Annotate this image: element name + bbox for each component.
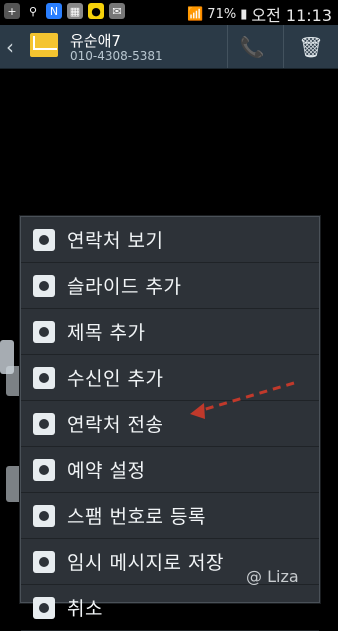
- status-bar: + ⚲ N ▦ ● ✉ 📶 71% ▮ 오전 11:13: [0, 0, 338, 25]
- conversation-header: ‹ 유순애7 010-4308-5381 📞 🗑: [0, 25, 338, 69]
- gallery-icon: ▦: [67, 3, 83, 19]
- menu-item[interactable]: 예약 설정: [21, 447, 319, 493]
- menu-item-label: 수신인 추가: [67, 368, 164, 390]
- menu-item-label: 임시 메시지로 저장: [67, 552, 224, 574]
- battery-icon: ▮: [240, 6, 248, 22]
- message-icon: ✉: [109, 3, 125, 19]
- cancel-icon: [33, 596, 55, 619]
- menu-item-label: 슬라이드 추가: [67, 276, 182, 298]
- talk-icon: ●: [88, 3, 104, 19]
- phone-icon: 📞: [239, 34, 265, 59]
- trash-icon: 🗑: [298, 34, 324, 59]
- call-button[interactable]: 📞: [227, 25, 276, 68]
- menu-item[interactable]: 슬라이드 추가: [21, 263, 319, 309]
- menu-item[interactable]: 연락처 보기: [21, 217, 319, 263]
- battery-level: 71%: [207, 6, 237, 22]
- status-time: 오전 11:13: [251, 6, 332, 25]
- annotation-arrow: [190, 381, 295, 419]
- delete-button[interactable]: 🗑: [283, 25, 338, 68]
- menu-item-label: 예약 설정: [67, 460, 146, 482]
- contact-name: 유순애7: [70, 32, 121, 50]
- send-contact-icon: [33, 412, 55, 435]
- schedule-message-icon: [33, 458, 55, 481]
- contact-card-icon: [33, 228, 55, 251]
- save-draft-icon: [33, 550, 55, 573]
- add-icon: +: [4, 3, 20, 19]
- naver-icon: N: [46, 3, 62, 19]
- add-recipient-icon: [33, 366, 55, 389]
- status-right: 📶 71% ▮ 오전 11:13: [187, 2, 332, 26]
- block-spam-icon: [33, 504, 55, 527]
- add-title-icon: [33, 320, 55, 343]
- menu-item[interactable]: 제목 추가: [21, 309, 319, 355]
- menu-item-label: 제목 추가: [67, 322, 146, 344]
- message-app-icon: [30, 33, 58, 57]
- contact-phone: 010-4308-5381: [70, 49, 163, 63]
- watermark: @ Liza: [246, 567, 299, 586]
- wifi-icon: 📶: [187, 6, 204, 22]
- menu-item-label: 취소: [67, 598, 103, 620]
- notification-icons: + ⚲ N ▦ ● ✉: [4, 3, 125, 19]
- add-slide-icon: [33, 274, 55, 297]
- back-icon[interactable]: ‹: [6, 35, 14, 59]
- menu-item[interactable]: 스팸 번호로 등록: [21, 493, 319, 539]
- menu-item-label: 연락처 보기: [67, 230, 164, 252]
- menu-item[interactable]: 취소: [21, 585, 319, 631]
- usb-icon: ⚲: [28, 4, 38, 18]
- menu-item-label: 연락처 전송: [67, 414, 164, 436]
- menu-item-label: 스팸 번호로 등록: [67, 506, 206, 528]
